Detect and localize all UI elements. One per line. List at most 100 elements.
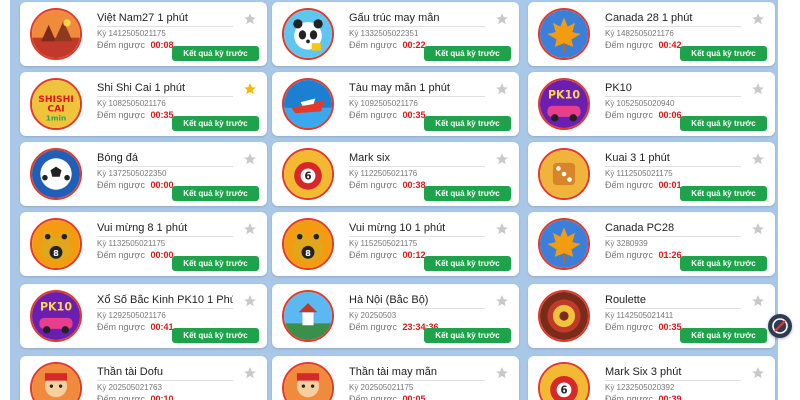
previous-results-button[interactable]: Kết quả kỳ trước [680,186,767,201]
game-card[interactable]: Thần tài may mắn Kỳ 202505021175 Đếm ngư… [272,356,519,400]
previous-results-button[interactable]: Kết quả kỳ trước [680,328,767,343]
favorite-star-button[interactable] [243,294,257,308]
previous-results-button[interactable]: Kết quả kỳ trước [424,116,511,131]
countdown-label: Đếm ngược [97,180,145,190]
countdown-label: Đếm ngược [349,110,397,120]
previous-results-button[interactable]: Kết quả kỳ trước [172,328,259,343]
game-title: Bóng đá [97,152,233,167]
game-title: Việt Nam27 1 phút [97,12,233,27]
game-card[interactable]: Roulette Kỳ 1142505021411 Đếm ngược 00:3… [528,284,775,348]
favorite-star-button[interactable] [243,152,257,166]
favorite-star-button[interactable] [751,82,765,96]
countdown-row: Đếm ngược 00:35 [97,110,174,120]
favorite-star-button[interactable] [495,152,509,166]
countdown-row: Đếm ngược 00:00 [97,180,174,190]
favorite-star-button[interactable] [495,222,509,236]
game-icon[interactable]: 6 [538,362,590,400]
favorite-star-button[interactable] [243,12,257,26]
game-card[interactable]: SHISHI CAI 1min Shi Shi Cai 1 phút Kỳ 1082… [20,72,267,136]
game-card[interactable]: Thần tài Dofu Kỳ 202505021763 Đếm ngược … [20,356,267,400]
game-icon[interactable] [282,290,334,342]
star-icon [244,295,256,307]
game-icon[interactable]: 6 [282,148,334,200]
god-of-wealth-icon [32,364,80,400]
favorite-star-button[interactable] [495,294,509,308]
floating-toggle-button[interactable] [768,314,792,338]
favorite-star-button[interactable] [751,12,765,26]
previous-results-button[interactable]: Kết quả kỳ trước [172,116,259,131]
previous-results-button[interactable]: Kết quả kỳ trước [680,256,767,271]
game-title: Roulette [605,294,741,309]
countdown-row: Đếm ngược 00:42 [605,40,682,50]
game-card[interactable]: PK10 Xổ Số Bắc Kinh PK10 1 Phút Kỳ 12925… [20,284,267,348]
game-icon[interactable] [282,8,334,60]
svg-text:6: 6 [304,172,311,183]
game-icon[interactable] [538,290,590,342]
favorite-star-button[interactable] [751,294,765,308]
previous-results-button[interactable]: Kết quả kỳ trước [424,46,511,61]
game-card[interactable]: Tàu may mắn 1 phút Kỳ 1092505021176 Đếm … [272,72,519,136]
game-icon[interactable] [538,8,590,60]
game-icon[interactable]: PK10 [538,78,590,130]
favorite-star-button[interactable] [495,12,509,26]
favorite-star-button[interactable] [751,366,765,380]
game-card[interactable]: Việt Nam27 1 phút Kỳ 1412505021175 Đếm n… [20,2,267,66]
game-title: Thần tài Dofu [97,366,233,381]
previous-results-button[interactable]: Kết quả kỳ trước [172,256,259,271]
previous-results-button[interactable]: Kết quả kỳ trước [680,46,767,61]
game-icon[interactable]: 8 [282,218,334,270]
favorite-star-button[interactable] [243,82,257,96]
previous-results-button[interactable]: Kết quả kỳ trước [680,116,767,131]
game-period: Kỳ 1412505021175 [97,29,166,38]
countdown-row: Đếm ngược 00:06 [605,110,682,120]
game-card[interactable]: Canada 28 1 phút Kỳ 1482505021176 Đếm ng… [528,2,775,66]
game-card[interactable]: 6 Mark six Kỳ 1122505021176 Đếm ngược 00… [272,142,519,206]
race-car-icon: PK10 [540,80,588,128]
countdown-row: Đếm ngược 00:39 [605,394,682,400]
countdown-row: Đếm ngược 00:38 [349,180,426,190]
countdown-label: Đếm ngược [605,110,653,120]
favorite-star-button[interactable] [495,366,509,380]
favorite-star-button[interactable] [751,152,765,166]
game-card[interactable]: 6 Mark Six 3 phút Kỳ 1232505020392 Đếm n… [528,356,775,400]
star-icon [244,13,256,25]
game-icon[interactable] [30,362,82,400]
game-card[interactable]: Kuai 3 1 phút Kỳ 1112505021175 Đếm ngược… [528,142,775,206]
countdown-label: Đếm ngược [349,40,397,50]
previous-results-button[interactable]: Kết quả kỳ trước [424,186,511,201]
countdown-label: Đếm ngược [97,322,145,332]
game-card[interactable]: 8 Vui mừng 8 1 phút Kỳ 1132505021175 Đếm… [20,212,267,276]
game-icon[interactable] [30,148,82,200]
game-card[interactable]: Gấu trúc may mắn Kỳ 1332505022351 Đếm ng… [272,2,519,66]
game-icon[interactable] [282,362,334,400]
game-card[interactable]: PK10 PK10 Kỳ 1052505020940 Đếm ngược 00:… [528,72,775,136]
game-period: Kỳ 3280939 [605,239,648,248]
countdown-value: 00:38 [402,180,426,190]
favorite-star-button[interactable] [243,366,257,380]
game-icon[interactable]: 8 [30,218,82,270]
shishicai-icon: SHISHICAI1min [32,80,80,128]
star-icon [752,367,764,379]
scrollbar[interactable] [778,0,800,400]
game-icon[interactable]: SHISHI CAI 1min [30,78,82,130]
game-card[interactable]: Hà Nội (Bắc Bộ) Kỳ 20250503 Đếm ngược 23… [272,284,519,348]
game-icon[interactable] [538,148,590,200]
previous-results-button[interactable]: Kết quả kỳ trước [172,46,259,61]
favorite-star-button[interactable] [751,222,765,236]
countdown-label: Đếm ngược [97,110,145,120]
game-icon[interactable] [30,8,82,60]
game-icon[interactable] [538,218,590,270]
previous-results-button[interactable]: Kết quả kỳ trước [424,256,511,271]
previous-results-button[interactable]: Kết quả kỳ trước [424,328,511,343]
game-icon[interactable]: PK10 [30,290,82,342]
star-icon [496,295,508,307]
game-card[interactable]: 8 Vui mừng 10 1 phút Kỳ 1152505021175 Đế… [272,212,519,276]
game-card[interactable]: Canada PC28 Kỳ 3280939 Đếm ngược 01:26 K… [528,212,775,276]
game-card[interactable]: Bóng đá Kỳ 1372505022350 Đếm ngược 00:00… [20,142,267,206]
roulette-icon [540,292,588,340]
game-icon[interactable] [282,78,334,130]
countdown-value: 00:22 [402,40,426,50]
previous-results-button[interactable]: Kết quả kỳ trước [172,186,259,201]
favorite-star-button[interactable] [495,82,509,96]
favorite-star-button[interactable] [243,222,257,236]
